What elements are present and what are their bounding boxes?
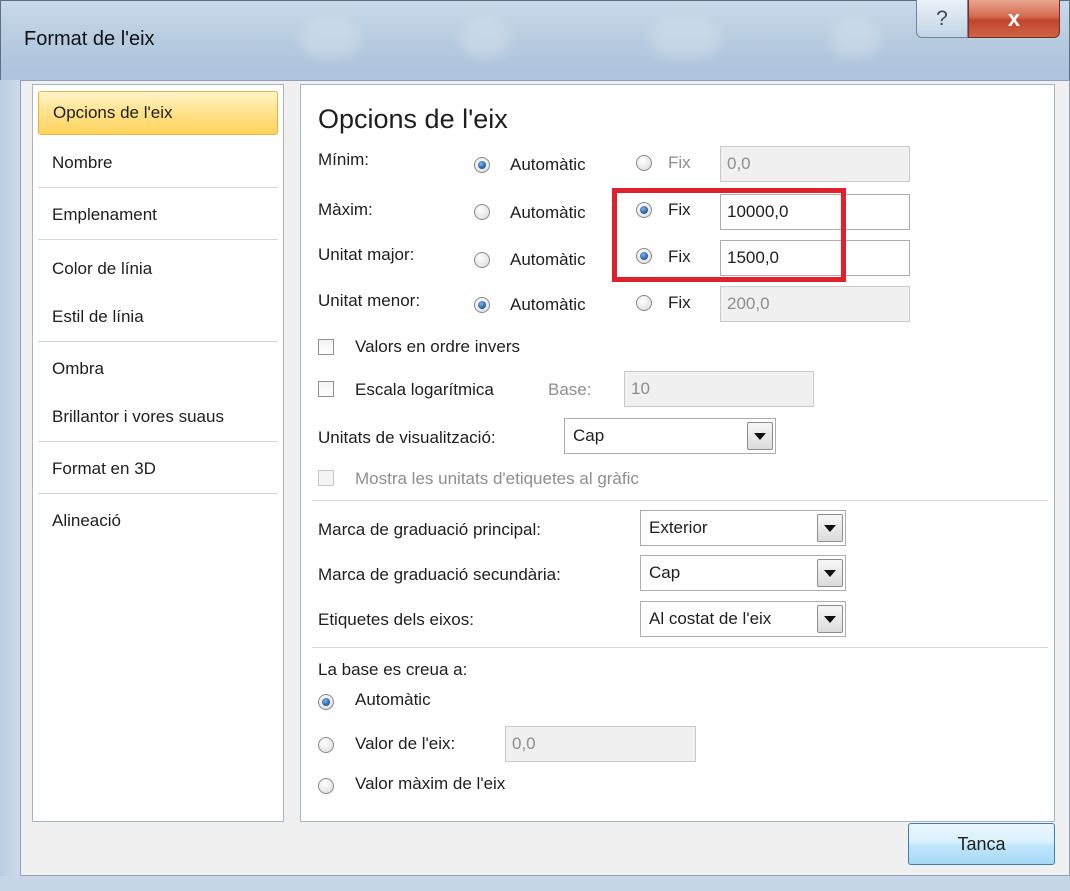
nav-item-brillantor[interactable]: Brillantor i vores suaus <box>38 395 278 439</box>
close-dialog-button[interactable]: Tanca <box>908 823 1055 865</box>
reverse-order-checkbox[interactable] <box>318 339 334 355</box>
log-base-field[interactable]: 10 <box>624 371 814 407</box>
minimum-fixed-radio[interactable] <box>636 155 652 171</box>
nav-item-label: Ombra <box>52 359 104 378</box>
minor-unit-auto-label: Automàtic <box>510 295 586 314</box>
log-scale-label: Escala logarítmica <box>355 380 494 399</box>
highlight-annotation <box>612 188 846 282</box>
minor-unit-auto-radio[interactable] <box>474 297 490 313</box>
window-close-button[interactable]: x <box>968 0 1060 38</box>
maximum-label: Màxim: <box>318 200 373 219</box>
nav-divider <box>38 341 278 342</box>
nav-divider <box>38 187 278 188</box>
minor-unit-label: Unitat menor: <box>318 291 421 310</box>
show-units-label-checkbox[interactable] <box>318 470 334 486</box>
nav-item-estil-linia[interactable]: Estil de línia <box>38 295 278 339</box>
maximum-auto-radio[interactable] <box>474 204 490 220</box>
window-title: Format de l'eix <box>24 28 155 50</box>
window-border-bottom <box>0 876 1070 891</box>
nav-item-color-linia[interactable]: Color de línia <box>38 247 278 291</box>
minor-tick-label: Marca de graduació secundària: <box>318 565 561 584</box>
window-border-left <box>0 80 20 876</box>
major-unit-label: Unitat major: <box>318 245 415 264</box>
title-bar[interactable] <box>0 0 1070 80</box>
chevron-down-icon[interactable] <box>747 422 773 450</box>
log-base-label: Base: <box>548 380 592 399</box>
crosses-axis-value-field[interactable]: 0,0 <box>505 726 696 762</box>
minimum-label: Mínim: <box>318 150 369 169</box>
nav-item-alineacio[interactable]: Alineació <box>38 499 278 543</box>
major-tick-label: Marca de graduació principal: <box>318 520 542 539</box>
nav-divider <box>38 493 278 494</box>
nav-item-label: Nombre <box>52 153 113 172</box>
crosses-auto-radio[interactable] <box>318 694 334 710</box>
nav-divider <box>38 239 278 240</box>
section-divider <box>312 647 1048 648</box>
major-unit-auto-radio[interactable] <box>474 252 490 268</box>
nav-item-opcions-eix[interactable]: Opcions de l'eix <box>38 91 278 135</box>
chevron-down-icon[interactable] <box>817 559 843 587</box>
crosses-axis-value-radio[interactable] <box>318 737 334 753</box>
chevron-down-icon[interactable] <box>817 514 843 542</box>
crosses-max-radio[interactable] <box>318 778 334 794</box>
major-unit-auto-label: Automàtic <box>510 250 586 269</box>
nav-item-format-3d[interactable]: Format en 3D <box>38 447 278 491</box>
minor-tick-value: Cap <box>649 563 681 582</box>
nav-item-label: Brillantor i vores suaus <box>52 407 224 426</box>
section-divider <box>312 500 1048 501</box>
major-tick-value: Exterior <box>649 518 708 537</box>
display-units-label: Unitats de visualització: <box>318 428 496 447</box>
major-tick-dropdown[interactable]: Exterior <box>640 510 846 546</box>
log-scale-checkbox[interactable] <box>318 381 334 397</box>
minor-tick-dropdown[interactable]: Cap <box>640 555 846 591</box>
nav-item-label: Emplenament <box>52 205 157 224</box>
nav-item-nombre[interactable]: Nombre <box>38 141 278 185</box>
nav-item-label: Format en 3D <box>52 459 156 478</box>
nav-item-label: Opcions de l'eix <box>53 103 173 122</box>
close-icon: x <box>1007 5 1021 31</box>
chevron-down-icon[interactable] <box>817 605 843 633</box>
nav-item-label: Estil de línia <box>52 307 144 326</box>
display-units-value: Cap <box>573 426 605 445</box>
help-icon: ? <box>936 6 948 30</box>
minor-unit-value-field[interactable]: 200,0 <box>720 286 910 322</box>
crosses-auto-label: Automàtic <box>355 690 431 709</box>
panel-title: Opcions de l'eix <box>318 104 508 134</box>
minimum-auto-radio[interactable] <box>474 157 490 173</box>
minimum-value-field[interactable]: 0,0 <box>720 146 910 182</box>
maximum-auto-label: Automàtic <box>510 203 586 222</box>
minimum-fixed-label: Fix <box>668 153 691 172</box>
nav-item-label: Color de línia <box>52 259 153 278</box>
minor-unit-fixed-label: Fix <box>668 293 691 312</box>
axis-labels-value: Al costat de l'eix <box>649 609 772 628</box>
nav-divider <box>38 441 278 442</box>
minimum-auto-label: Automàtic <box>510 155 586 174</box>
minor-unit-fixed-radio[interactable] <box>636 295 652 311</box>
category-list: Opcions de l'eix Nombre Emplenament Colo… <box>32 84 284 822</box>
show-units-label-text: Mostra les unitats d'etiquetes al gràfic <box>355 469 639 488</box>
nav-item-ombra[interactable]: Ombra <box>38 347 278 391</box>
crosses-axis-value-label: Valor de l'eix: <box>355 734 456 753</box>
nav-item-label: Alineació <box>52 511 121 530</box>
crosses-label: La base es creua a: <box>318 660 468 679</box>
reverse-order-label: Valors en ordre invers <box>355 337 521 356</box>
axis-labels-dropdown[interactable]: Al costat de l'eix <box>640 601 846 637</box>
help-button[interactable]: ? <box>916 0 968 38</box>
axis-labels-label: Etiquetes dels eixos: <box>318 610 474 629</box>
display-units-dropdown[interactable]: Cap <box>564 418 776 454</box>
nav-item-emplenament[interactable]: Emplenament <box>38 193 278 237</box>
crosses-max-label: Valor màxim de l'eix <box>355 774 506 793</box>
